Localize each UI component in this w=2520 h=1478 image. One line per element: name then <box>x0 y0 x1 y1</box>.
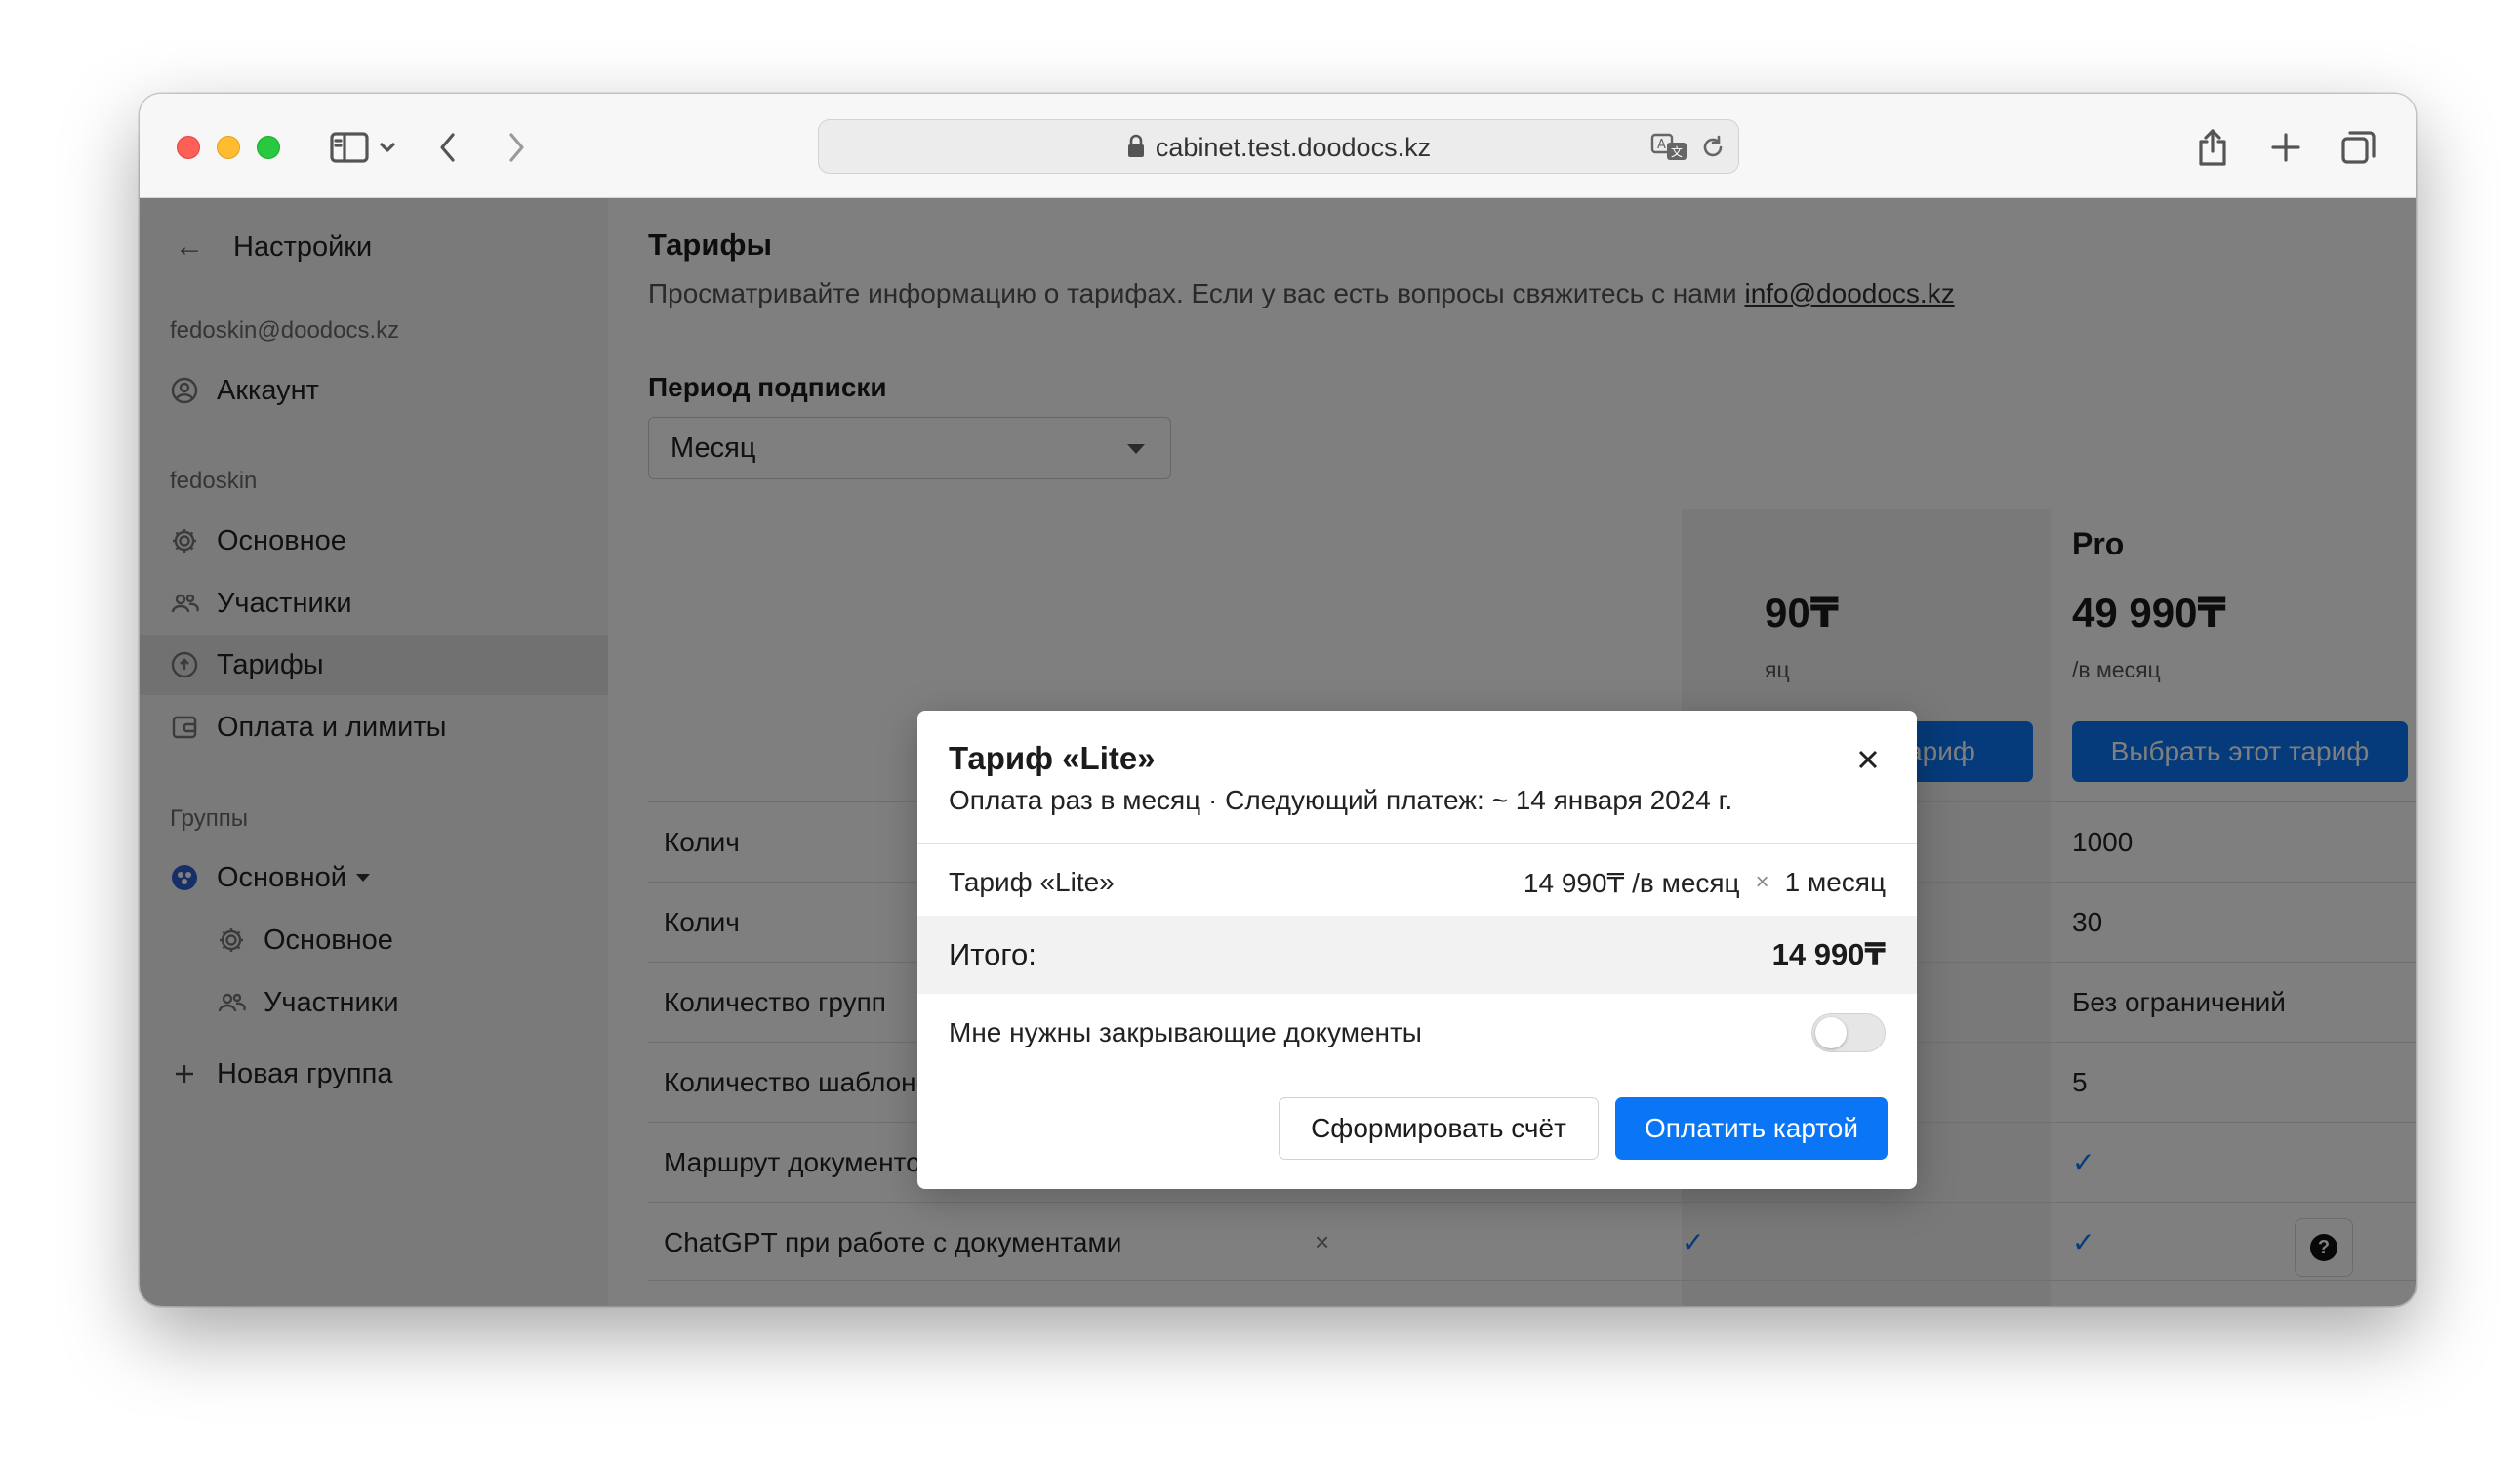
generate-invoice-button[interactable]: Сформировать счёт <box>1279 1097 1599 1160</box>
address-bar[interactable]: cabinet.test.doodocs.kz A 文 <box>818 119 1739 174</box>
lock-icon <box>1127 134 1144 157</box>
line-item-name: Тариф «Lite» <box>949 867 1115 897</box>
toggle-knob <box>1815 1017 1847 1048</box>
back-icon[interactable] <box>424 123 472 172</box>
page: ← Настройки fedoskin@doodocs.kz Аккаунт … <box>140 198 2416 1306</box>
close-icon[interactable] <box>1849 740 1888 779</box>
total-amount: 14 990₸ <box>1771 937 1886 971</box>
divider <box>917 843 1917 844</box>
minimize-window-button[interactable] <box>217 136 240 159</box>
browser-window: cabinet.test.doodocs.kz A 文 Тариф «Lite»… <box>140 94 2416 1306</box>
svg-text:A: A <box>1657 138 1666 152</box>
line-item-price: 14 990₸ /в месяц <box>1523 867 1740 898</box>
closing-documents-label: Мне нужны закрывающие документы <box>949 1017 1422 1047</box>
sidebar-toggle-icon[interactable] <box>325 123 374 172</box>
dialog-title: Тариф «Lite» <box>949 740 1156 776</box>
pay-by-card-button[interactable]: Оплатить картой <box>1615 1097 1888 1160</box>
dialog-subtitle: Оплата раз в месяц · Следующий платеж: ~… <box>949 785 1733 815</box>
forward-icon[interactable] <box>492 123 541 172</box>
zoom-window-button[interactable] <box>257 136 280 159</box>
total-label: Итого: <box>949 937 1036 971</box>
browser-toolbar: cabinet.test.doodocs.kz A 文 <box>140 94 2416 198</box>
url-text: cabinet.test.doodocs.kz <box>1155 133 1432 162</box>
tab-overview-icon[interactable] <box>2335 123 2383 172</box>
svg-text:文: 文 <box>1671 144 1683 159</box>
new-tab-icon[interactable] <box>2261 123 2310 172</box>
line-item: Тариф «Lite» 14 990₸ /в месяц × 1 месяц <box>949 862 1886 903</box>
closing-documents-row: Мне нужны закрывающие документы <box>949 1008 1886 1057</box>
close-window-button[interactable] <box>177 136 200 159</box>
reload-icon[interactable] <box>1699 134 1727 161</box>
translate-icon[interactable]: A 文 <box>1650 132 1689 163</box>
closing-documents-toggle[interactable] <box>1811 1013 1886 1052</box>
chevron-down-icon[interactable] <box>373 123 402 172</box>
tariff-payment-dialog: Тариф «Lite» Оплата раз в месяц · Следую… <box>917 711 1917 1189</box>
share-icon[interactable] <box>2188 123 2237 172</box>
total-row: Итого: 14 990₸ <box>917 916 1917 994</box>
times-icon: × <box>1755 869 1769 895</box>
line-item-quantity: 1 месяц <box>1784 867 1886 897</box>
